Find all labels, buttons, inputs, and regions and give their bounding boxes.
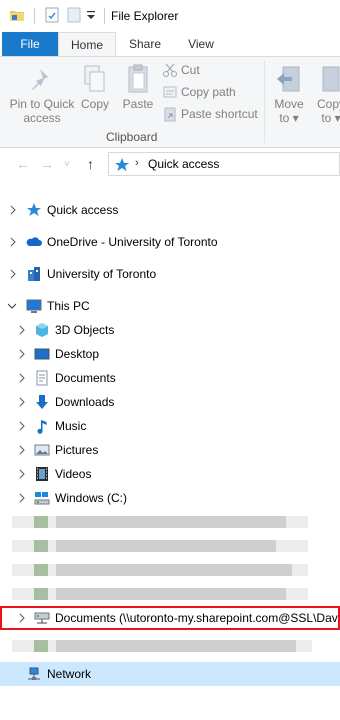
chevron-right-icon[interactable] — [17, 349, 27, 359]
cut-button[interactable]: Cut — [162, 61, 262, 79]
pin-icon — [26, 63, 58, 95]
quick-access-star-icon — [26, 202, 42, 218]
move-to-icon — [273, 63, 305, 95]
tree-item-desktop[interactable]: Desktop — [0, 342, 340, 366]
ribbon-tabs: File Home Share View — [0, 32, 340, 57]
divider — [34, 8, 35, 24]
tab-share[interactable]: Share — [118, 32, 172, 56]
film-strip-icon — [34, 466, 50, 482]
chevron-right-icon[interactable] — [17, 613, 27, 623]
scissors-icon — [162, 62, 178, 78]
tab-file[interactable]: File — [2, 32, 58, 56]
ribbon-home: Pin to Quick access Copy Paste Cut Copy … — [0, 56, 340, 148]
copy-icon — [79, 63, 111, 95]
tree-item-quick-access[interactable]: Quick access — [0, 198, 340, 222]
chevron-right-icon[interactable] — [17, 493, 27, 503]
chevron-right-icon[interactable] — [17, 421, 27, 431]
paste-button[interactable]: Paste — [118, 63, 158, 111]
tree-item-3d-objects[interactable]: 3D Objects — [0, 318, 340, 342]
tab-view[interactable]: View — [175, 32, 227, 56]
back-arrow-icon[interactable]: ← — [16, 156, 30, 172]
tree-item-network[interactable]: Network — [0, 662, 340, 686]
chevron-right-icon[interactable] — [8, 269, 18, 279]
recent-locations-chevron-icon[interactable]: ˅ — [64, 159, 70, 170]
computer-icon — [26, 298, 42, 314]
network-drive-icon — [34, 610, 50, 626]
chevron-right-icon[interactable] — [17, 373, 27, 383]
group-separator — [264, 61, 265, 143]
clipboard-group-label: Clipboard — [106, 130, 158, 144]
documents-icon — [34, 370, 50, 386]
tree-item-documents[interactable]: Documents — [0, 366, 340, 390]
divider — [104, 8, 105, 24]
properties-icon[interactable] — [44, 7, 60, 26]
chevron-right-icon[interactable] — [8, 205, 18, 215]
paste-shortcut-button[interactable]: Paste shortcut — [162, 105, 262, 123]
paste-shortcut-icon — [162, 106, 178, 122]
3d-objects-icon — [34, 322, 50, 338]
tree-item-videos[interactable]: Videos — [0, 462, 340, 486]
title-bar: File Explorer — [0, 0, 340, 32]
paste-icon — [122, 63, 154, 95]
chevron-down-icon[interactable] — [7, 301, 17, 311]
copy-to-icon — [315, 63, 340, 95]
tree-item-windows-c[interactable]: Windows (C:) — [0, 486, 340, 510]
tree-item-university[interactable]: University of Toronto — [0, 262, 340, 286]
chevron-right-icon[interactable] — [8, 237, 18, 247]
quick-access-star-icon — [114, 157, 130, 176]
chevron-right-icon[interactable] — [17, 397, 27, 407]
chevron-right-icon[interactable] — [17, 325, 27, 335]
pin-to-quick-access-button[interactable]: Pin to Quick access — [4, 63, 80, 125]
chevron-right-icon[interactable] — [17, 445, 27, 455]
network-icon — [26, 666, 42, 682]
copy-to-button[interactable]: Copy to ▾ — [312, 63, 340, 125]
tree-item-onedrive[interactable]: OneDrive - University of Toronto — [0, 230, 340, 254]
buildings-icon — [26, 266, 42, 282]
tree-item-downloads[interactable]: Downloads — [0, 390, 340, 414]
address-path: Quick access — [148, 157, 220, 171]
chevron-right-icon[interactable] — [17, 469, 27, 479]
up-arrow-icon[interactable]: ↑ — [87, 156, 94, 172]
desktop-icon — [34, 346, 50, 362]
tab-home[interactable]: Home — [58, 32, 116, 57]
tree-item-music[interactable]: Music — [0, 414, 340, 438]
folder-icon — [9, 7, 25, 26]
drive-icon — [34, 490, 50, 506]
address-bar[interactable]: › Quick access — [108, 152, 340, 176]
move-to-button[interactable]: Move to ▾ — [270, 63, 308, 125]
tree-item-pictures[interactable]: Pictures — [0, 438, 340, 462]
breadcrumb-separator-icon: › — [135, 157, 139, 169]
copy-path-button[interactable]: Copy path — [162, 83, 262, 101]
customize-toolbar-icon[interactable] — [86, 9, 96, 24]
forward-arrow-icon[interactable]: → — [40, 156, 54, 172]
window-title: File Explorer — [111, 9, 179, 23]
music-note-icon — [34, 418, 50, 434]
download-arrow-icon — [34, 394, 50, 410]
onedrive-cloud-icon — [26, 234, 42, 250]
copy-button[interactable]: Copy — [78, 63, 112, 111]
copy-path-icon — [162, 84, 178, 100]
tree-item-this-pc[interactable]: This PC — [0, 294, 340, 318]
pictures-icon — [34, 442, 50, 458]
new-folder-icon[interactable] — [66, 7, 82, 26]
tree-item-sharepoint-documents[interactable]: Documents (\\utoronto-my.sharepoint.com@… — [0, 606, 340, 630]
